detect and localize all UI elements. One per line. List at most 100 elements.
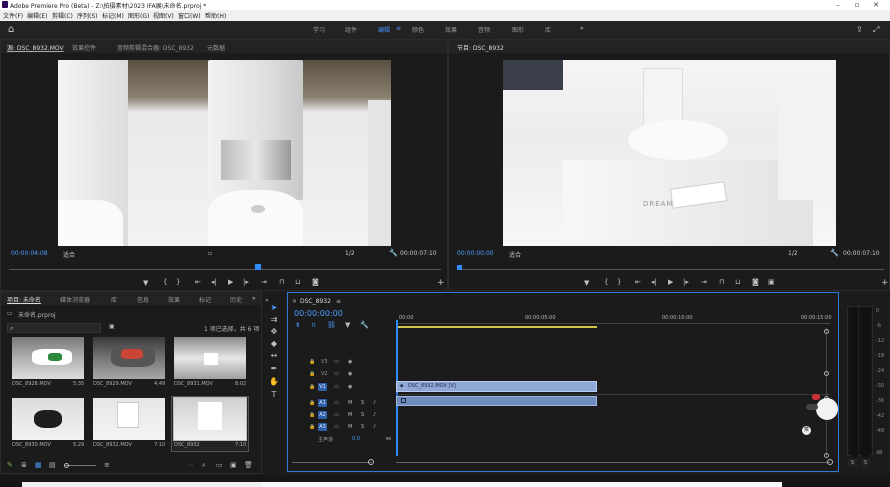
- source-overwrite-icon[interactable]: ⊔: [295, 278, 300, 286]
- snap-icon[interactable]: ∩: [311, 321, 316, 329]
- program-scrubber[interactable]: [459, 269, 884, 270]
- workspace-assembly[interactable]: 组件: [345, 25, 357, 34]
- lock-icon[interactable]: 🔒: [309, 400, 315, 406]
- source-settings-icon[interactable]: ▫: [208, 250, 212, 257]
- selection-tool-icon[interactable]: ➤: [269, 303, 279, 313]
- hand-tool-icon[interactable]: ✋: [269, 377, 279, 387]
- workspace-more-button[interactable]: »: [580, 25, 584, 32]
- tab-history[interactable]: 历史: [230, 295, 242, 304]
- tab-program[interactable]: 节目: DSC_8932: [457, 43, 504, 52]
- source-add-button[interactable]: +: [437, 278, 445, 288]
- solo-left-button[interactable]: S: [848, 459, 857, 467]
- linked-selection-icon[interactable]: ⛓: [327, 321, 336, 329]
- mute-icon[interactable]: M: [348, 424, 352, 430]
- tab-info[interactable]: 信息: [137, 295, 149, 304]
- scroll-handle-left[interactable]: [368, 459, 374, 465]
- timeline-timecode[interactable]: 00:00:00:00: [294, 309, 343, 318]
- sync-lock-icon[interactable]: ▭: [334, 371, 339, 377]
- ripple-edit-tool-icon[interactable]: ✥: [269, 327, 279, 337]
- source-scrubber[interactable]: [9, 269, 441, 270]
- menu-view[interactable]: 视图(V): [153, 11, 174, 20]
- program-in-point-icon[interactable]: {: [604, 278, 608, 286]
- sync-lock-icon[interactable]: ▭: [334, 384, 339, 390]
- program-add-button[interactable]: +: [881, 278, 889, 288]
- time-ruler[interactable]: [396, 323, 830, 324]
- source-marker-icon[interactable]: ▼: [143, 279, 148, 287]
- tab-libraries[interactable]: 库: [111, 295, 117, 304]
- menu-sequence[interactable]: 序列(S): [77, 11, 98, 20]
- close-button[interactable]: ✕: [866, 0, 886, 10]
- workspace-audio[interactable]: 音频: [478, 25, 490, 34]
- scroll-handle-right[interactable]: [827, 459, 833, 465]
- audio-clip[interactable]: [396, 396, 597, 406]
- eye-icon[interactable]: ◉: [348, 359, 352, 365]
- source-step-back-icon[interactable]: ◂|: [211, 278, 217, 286]
- workspace-color[interactable]: 颜色: [412, 25, 424, 34]
- timeline-tab[interactable]: DSC_8932: [300, 298, 331, 305]
- program-step-back-icon[interactable]: ◂|: [651, 278, 657, 286]
- menu-graphics[interactable]: 图形(G): [128, 11, 149, 20]
- program-go-to-in-icon[interactable]: ⇤: [635, 278, 641, 286]
- menu-help[interactable]: 帮助(H): [205, 11, 226, 20]
- mute-icon[interactable]: M: [348, 400, 352, 406]
- program-extract-icon[interactable]: ⊔: [735, 278, 740, 286]
- track-select-tool-icon[interactable]: ⇉: [269, 315, 279, 325]
- mic-icon[interactable]: ♪: [373, 400, 376, 406]
- clip-thumbnail-8930[interactable]: [12, 398, 84, 440]
- sync-lock-icon[interactable]: ▭: [334, 359, 339, 365]
- program-export-frame-icon[interactable]: ◙: [752, 278, 759, 286]
- eye-icon[interactable]: ◉: [348, 384, 352, 390]
- source-fit-select[interactable]: 适合: [63, 250, 75, 259]
- workspace-editing[interactable]: 编辑: [378, 25, 390, 34]
- clip-thumbnail-8929[interactable]: [93, 337, 165, 379]
- fullscreen-icon[interactable]: ⤢: [873, 25, 879, 35]
- slip-tool-icon[interactable]: ↔: [269, 351, 279, 361]
- sync-lock-icon[interactable]: ▭: [334, 424, 339, 430]
- icon-view-icon[interactable]: ▦: [35, 461, 42, 469]
- menu-clip[interactable]: 剪辑(C): [52, 11, 73, 20]
- timeline-tab-menu-icon[interactable]: ≡: [336, 298, 341, 305]
- source-wrench-icon[interactable]: 🔧: [389, 249, 398, 257]
- solo-right-button[interactable]: S: [861, 459, 870, 467]
- program-lift-icon[interactable]: ⊓: [719, 278, 724, 286]
- razor-tool-icon[interactable]: ◆: [269, 339, 279, 349]
- vscroll-handle[interactable]: [824, 329, 829, 334]
- share-icon[interactable]: ⇪: [856, 25, 863, 34]
- program-wrench-icon[interactable]: 🔧: [830, 249, 839, 257]
- source-ratio-select[interactable]: 1/2: [345, 250, 355, 257]
- freeform-view-icon[interactable]: ▤: [49, 461, 56, 469]
- program-step-forward-icon[interactable]: |▸: [683, 278, 689, 286]
- timeline-horizontal-scroll[interactable]: [396, 462, 830, 463]
- workspace-effects[interactable]: 效果: [445, 25, 457, 34]
- new-item-icon[interactable]: ▣: [230, 461, 237, 469]
- project-more-button[interactable]: »: [252, 295, 256, 302]
- find-icon[interactable]: ⌕: [202, 461, 206, 470]
- source-in-point-icon[interactable]: {: [163, 278, 167, 286]
- go-to-in-out-icon[interactable]: ⋈: [386, 436, 391, 442]
- track-label[interactable]: A3: [318, 423, 327, 431]
- home-icon[interactable]: ⌂: [8, 24, 14, 35]
- vscroll-handle[interactable]: [824, 371, 829, 376]
- sync-lock-icon[interactable]: ▭: [334, 412, 339, 418]
- clip-thumbnail-8931[interactable]: [174, 337, 246, 379]
- tab-markers[interactable]: 标记: [199, 295, 211, 304]
- program-comparison-icon[interactable]: ▣: [768, 278, 775, 286]
- new-bin-icon[interactable]: ▣: [109, 323, 115, 330]
- timeline-vertical-scroll[interactable]: [826, 328, 827, 458]
- solo-icon[interactable]: S: [361, 400, 364, 406]
- timeline-settings-icon[interactable]: 🔧: [360, 321, 369, 329]
- eye-icon[interactable]: ◉: [348, 371, 352, 377]
- source-timecode[interactable]: 00:00:04:08: [11, 250, 48, 257]
- master-volume[interactable]: 0.0: [352, 436, 360, 442]
- lock-icon[interactable]: 🔒: [309, 384, 315, 390]
- automate-icon[interactable]: ⋯: [187, 462, 193, 469]
- source-step-forward-icon[interactable]: |▸: [243, 278, 249, 286]
- maximize-button[interactable]: ▫: [847, 0, 867, 10]
- tab-effects[interactable]: 效果: [168, 295, 180, 304]
- project-search-input[interactable]: ⌕: [7, 323, 101, 333]
- pen-tool-icon[interactable]: ✒: [269, 364, 279, 374]
- solo-icon[interactable]: S: [361, 424, 364, 430]
- solo-icon[interactable]: S: [361, 412, 364, 418]
- tab-media-browser[interactable]: 媒体浏览器: [60, 295, 90, 304]
- timeline-close-icon[interactable]: ×: [292, 298, 297, 305]
